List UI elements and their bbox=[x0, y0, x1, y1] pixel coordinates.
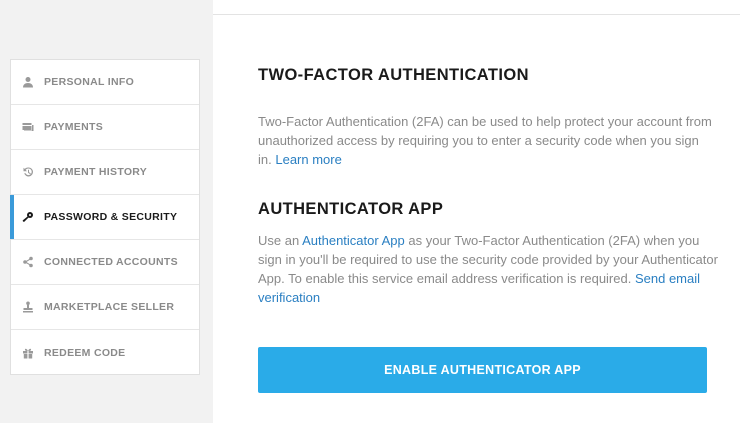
sidebar-item-marketplace-seller[interactable]: MARKETPLACE SELLER bbox=[11, 285, 199, 330]
stamp-icon bbox=[21, 300, 35, 314]
sidebar-item-label: PERSONAL INFO bbox=[44, 76, 135, 88]
user-icon bbox=[21, 75, 35, 89]
learn-more-link[interactable]: Learn more bbox=[275, 152, 341, 167]
sidebar-item-label: REDEEM CODE bbox=[44, 346, 126, 359]
sidebar-item-label: PAYMENTS bbox=[44, 121, 103, 133]
enable-authenticator-app-button[interactable]: ENABLE AUTHENTICATOR APP bbox=[258, 347, 707, 393]
two-factor-description: Two-Factor Authentication (2FA) can be u… bbox=[258, 112, 713, 169]
history-icon bbox=[21, 165, 35, 179]
authenticator-app-link[interactable]: Authenticator App bbox=[302, 233, 405, 248]
key-icon bbox=[21, 210, 35, 224]
settings-sidebar: PERSONAL INFO PAYMENTS PAYMENT HISTORY P… bbox=[10, 59, 200, 375]
sidebar-item-password-security[interactable]: PASSWORD & SECURITY bbox=[10, 195, 199, 240]
sidebar-item-payment-history[interactable]: PAYMENT HISTORY bbox=[11, 150, 199, 195]
sidebar-item-label: PAYMENT HISTORY bbox=[44, 166, 148, 178]
sidebar-item-label: MARKETPLACE SELLER bbox=[44, 301, 175, 313]
sidebar-item-redeem-code[interactable]: REDEEM CODE bbox=[11, 330, 199, 375]
authenticator-text-before: Use an bbox=[258, 233, 300, 248]
two-factor-title: TWO-FACTOR AUTHENTICATION bbox=[258, 66, 529, 84]
payment-card-icon bbox=[21, 120, 35, 134]
top-divider bbox=[213, 14, 740, 15]
sidebar-item-personal-info[interactable]: PERSONAL INFO bbox=[11, 60, 199, 105]
authenticator-title: AUTHENTICATOR APP bbox=[258, 200, 444, 218]
sidebar-item-payments[interactable]: PAYMENTS bbox=[11, 105, 199, 150]
sidebar-item-label: PASSWORD & SECURITY bbox=[44, 211, 178, 223]
gift-icon bbox=[21, 346, 35, 360]
authenticator-description: Use an Authenticator App as your Two-Fac… bbox=[258, 231, 718, 307]
sidebar-item-connected-accounts[interactable]: CONNECTED ACCOUNTS bbox=[11, 240, 199, 285]
share-icon bbox=[21, 255, 35, 269]
sidebar-item-label: CONNECTED ACCOUNTS bbox=[44, 256, 178, 268]
